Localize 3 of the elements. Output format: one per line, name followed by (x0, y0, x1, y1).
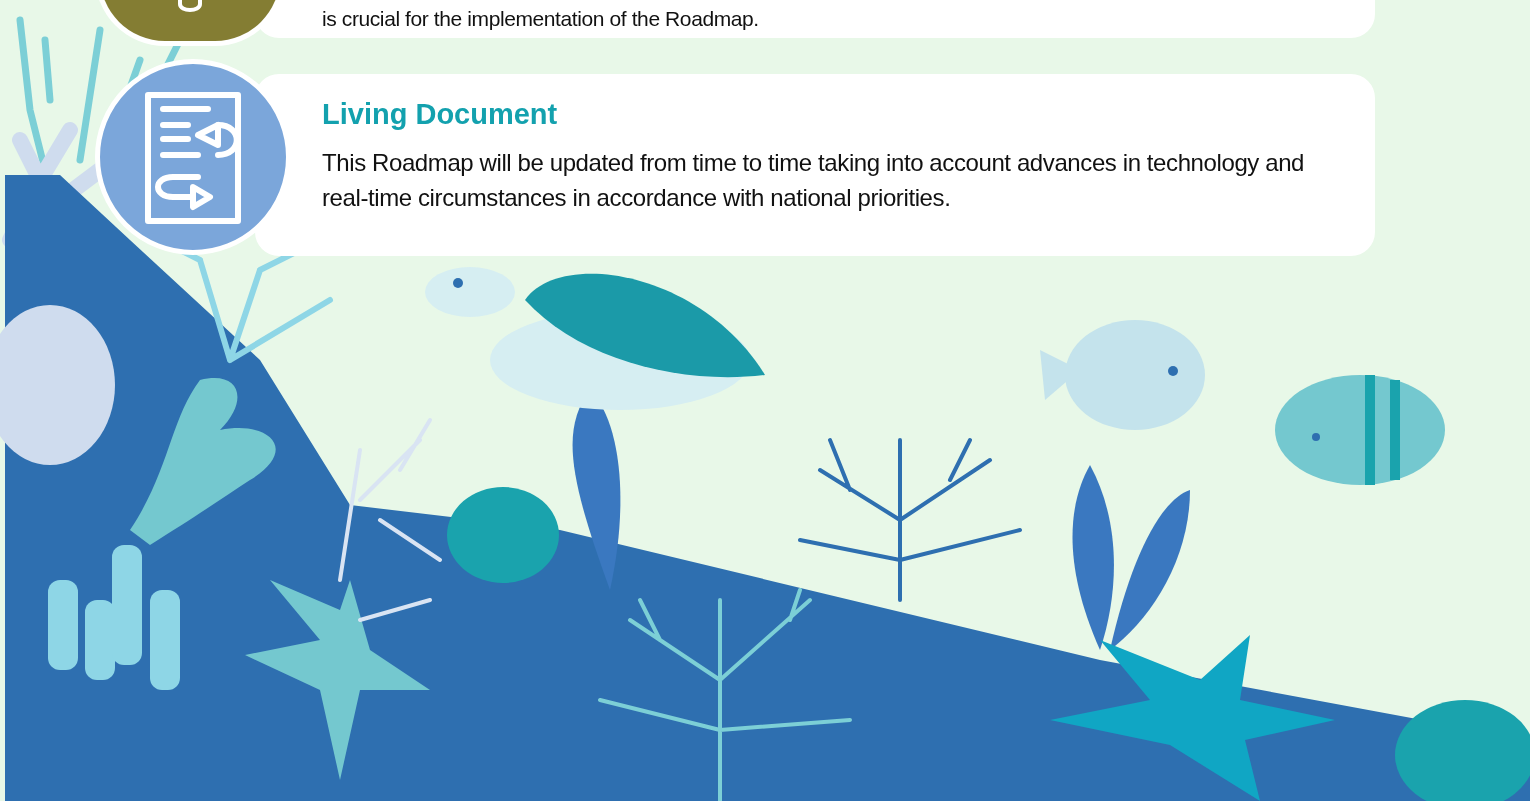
section-text: is crucial for the implementation of the Roadmap. (322, 6, 760, 32)
section-title: Living Document (322, 98, 559, 131)
section-text: This Roadmap will be updated from time to time taking into account advances in technology and real-time circumstances in accordance with national priorities. (322, 148, 1306, 213)
